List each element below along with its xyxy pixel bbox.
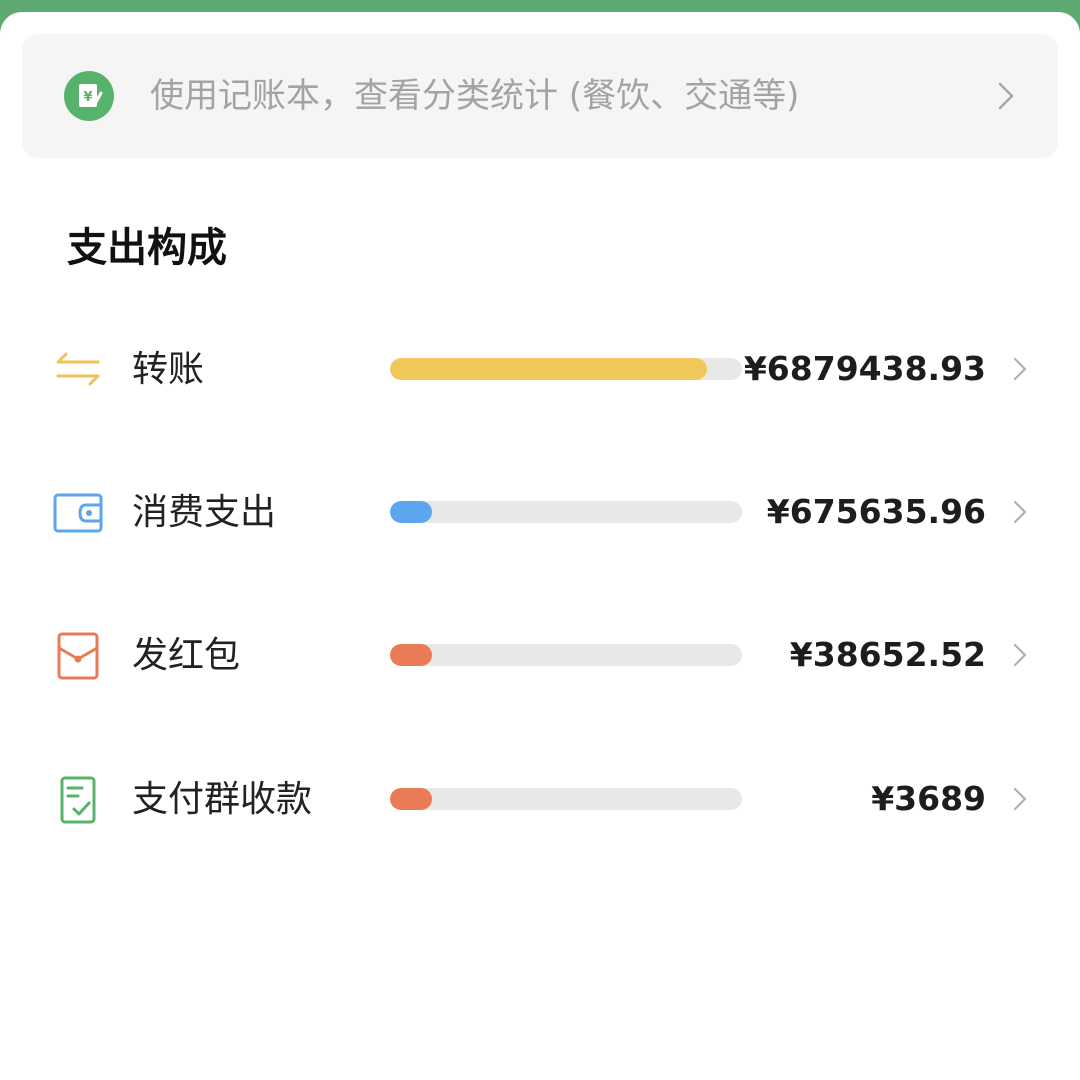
chevron-right-icon	[1012, 642, 1028, 668]
category-row-transfer[interactable]: 转账 ¥6879438.93	[0, 313, 1080, 423]
expense-breakdown-sheet: ¥ 使用记账本，查看分类统计 (餐饮、交通等) 支出构成 转账 ¥6879438…	[0, 12, 1080, 1080]
category-amount: ¥6879438.93	[743, 349, 986, 388]
red-envelope-icon	[52, 632, 104, 680]
share-bar-fill	[390, 501, 433, 523]
wallet-icon	[52, 489, 104, 537]
category-row-consumption[interactable]: 消费支出 ¥675635.96	[0, 456, 1080, 566]
chevron-right-icon	[996, 80, 1016, 112]
category-row-group-collection[interactable]: 支付群收款 ¥3689	[0, 743, 1080, 853]
category-label: 支付群收款	[132, 779, 313, 820]
chevron-right-icon	[1012, 499, 1028, 525]
receipt-check-icon	[52, 776, 104, 824]
ledger-yuan-icon: ¥	[64, 71, 114, 121]
share-bar	[390, 644, 742, 666]
svg-text:¥: ¥	[83, 90, 92, 105]
category-label: 发红包	[132, 635, 241, 676]
section-title: 支出构成	[67, 225, 227, 271]
category-amount: ¥675635.96	[766, 492, 986, 531]
ledger-banner-text: 使用记账本，查看分类统计 (餐饮、交通等)	[150, 76, 800, 116]
category-amount: ¥38652.52	[789, 635, 986, 674]
category-row-red-packet[interactable]: 发红包 ¥38652.52	[0, 599, 1080, 709]
chevron-right-icon	[1012, 786, 1028, 812]
share-bar	[390, 501, 742, 523]
share-bar	[390, 358, 742, 380]
share-bar	[390, 788, 742, 810]
category-amount: ¥3689	[871, 779, 986, 818]
share-bar-fill	[390, 358, 707, 380]
ledger-banner[interactable]: ¥ 使用记账本，查看分类统计 (餐饮、交通等)	[22, 34, 1058, 158]
category-label: 转账	[132, 349, 205, 390]
share-bar-fill	[390, 788, 433, 810]
transfer-arrows-icon	[52, 346, 104, 394]
chevron-right-icon	[1012, 356, 1028, 382]
category-label: 消费支出	[132, 492, 277, 533]
share-bar-fill	[390, 644, 433, 666]
